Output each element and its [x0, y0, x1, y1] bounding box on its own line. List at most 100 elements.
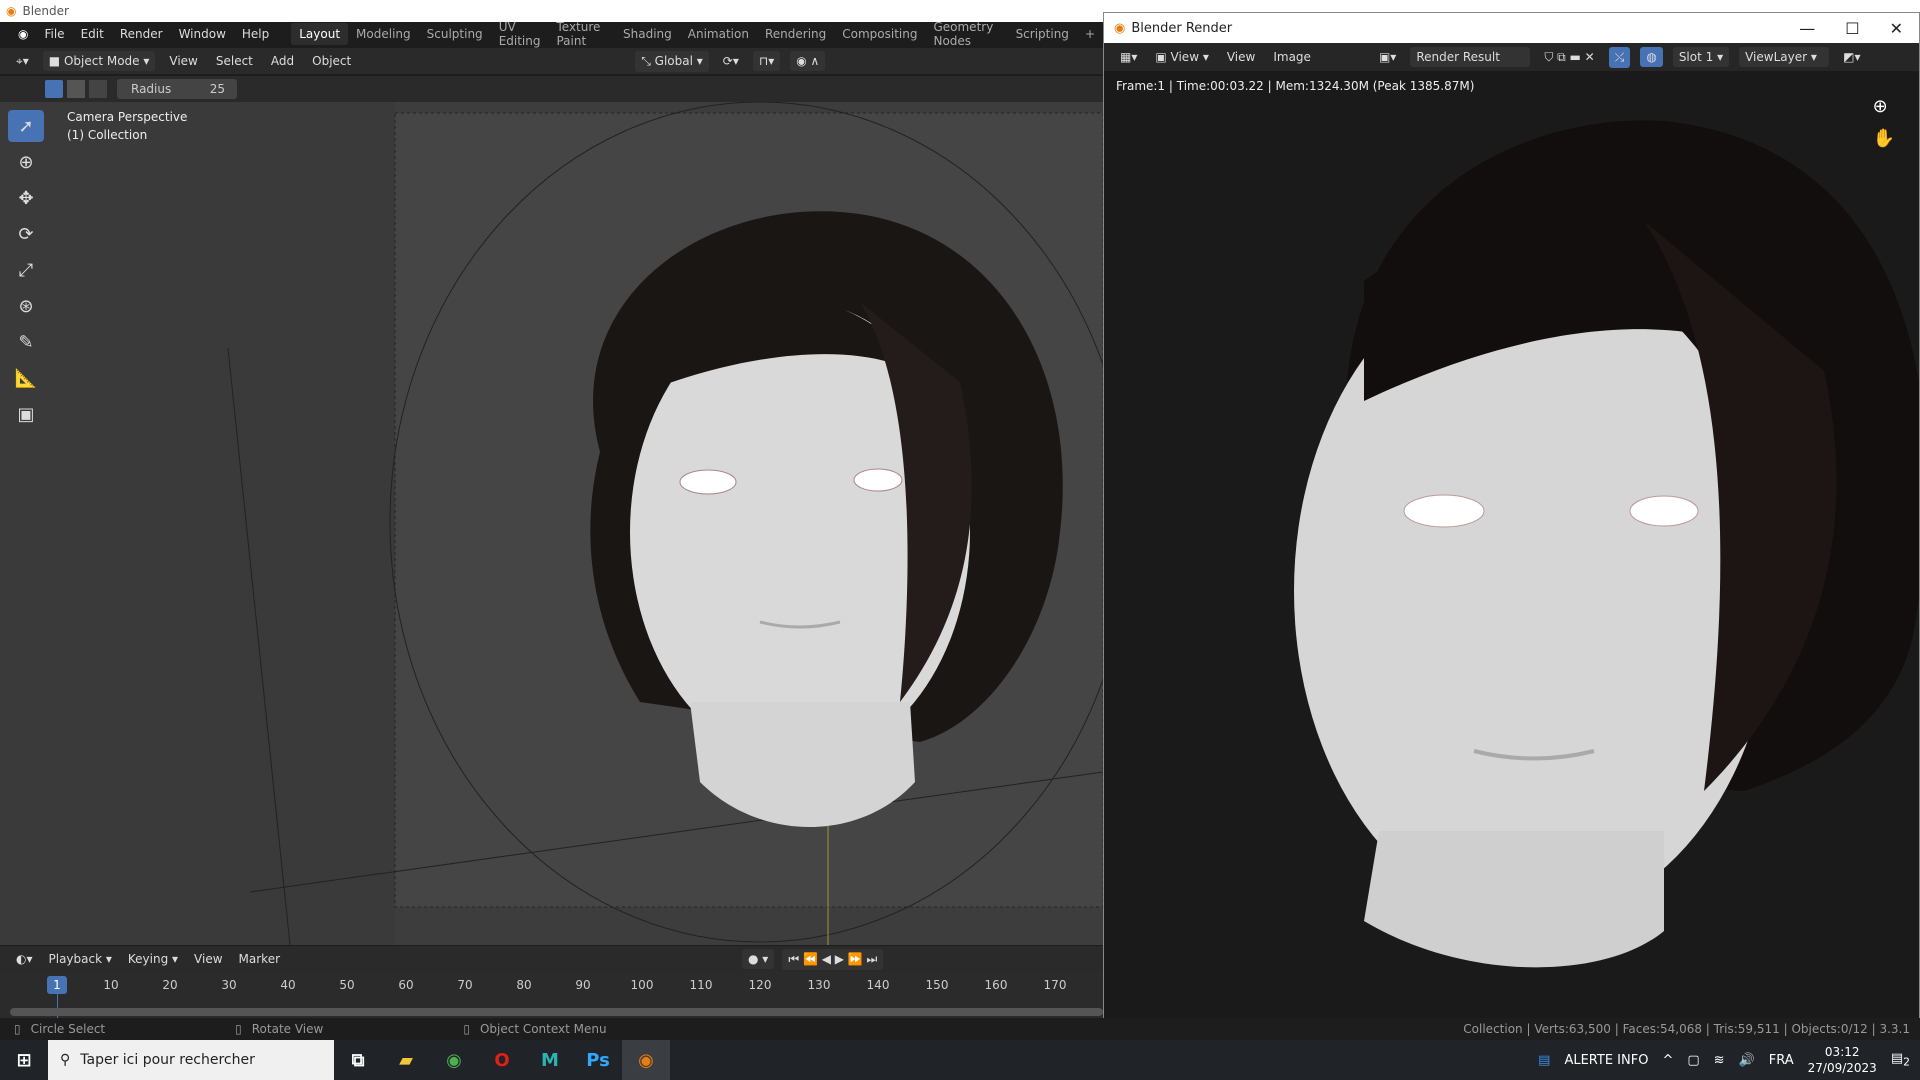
auto-key-icon[interactable]: ● ▾: [742, 949, 775, 969]
slot-dropdown[interactable]: Slot 1 ▾: [1672, 47, 1730, 67]
select-mode-new-icon[interactable]: [45, 80, 63, 98]
render-window: ◉ Blender Render — ☐ ✕ ▦▾ ▣ View ▾ View Im…: [1103, 12, 1920, 1022]
menu-edit[interactable]: Edit: [73, 27, 112, 41]
pan-hand-icon[interactable]: ✋: [1873, 123, 1895, 155]
camera-icon[interactable]: ▢: [1687, 1053, 1699, 1068]
image-editor-type-icon[interactable]: ▦▾: [1116, 50, 1141, 64]
timeline-scrollbar[interactable]: [10, 1008, 1103, 1016]
file-explorer-icon[interactable]: ▰: [382, 1040, 430, 1080]
menu-keying[interactable]: Keying ▾: [124, 952, 182, 966]
render-result-image[interactable]: [1104, 71, 1919, 1021]
snap-icon[interactable]: ⊓▾: [752, 51, 781, 71]
tab-modeling[interactable]: Modeling: [348, 27, 419, 41]
frame-label: 110: [689, 978, 713, 992]
overlay-icon[interactable]: ◍: [1640, 47, 1663, 67]
tab-shading[interactable]: Shading: [615, 27, 680, 41]
language-indicator[interactable]: FRA: [1769, 1053, 1794, 1068]
menu-object[interactable]: Object: [308, 54, 355, 68]
move-tool-icon[interactable]: ✥: [8, 182, 44, 214]
timeline-editor-icon[interactable]: ◐▾: [12, 952, 37, 966]
menu-marker[interactable]: Marker: [235, 952, 284, 966]
taskbar-search[interactable]: ⚲ Taper ici pour rechercher: [48, 1040, 334, 1080]
windows-taskbar: ⊞ ⚲ Taper ici pour rechercher ⧉ ▰ ◉ O M …: [0, 1040, 1920, 1080]
tab-sculpting[interactable]: Sculpting: [419, 27, 491, 41]
zoom-icon[interactable]: ⊕: [1873, 91, 1895, 123]
tab-texture-paint[interactable]: Texture Paint: [548, 20, 615, 48]
blender-taskbar-icon[interactable]: ◉: [622, 1040, 670, 1080]
menu-timeline-view[interactable]: View: [190, 952, 226, 966]
image-name-field[interactable]: Render Result: [1410, 47, 1531, 67]
tray-chevron-icon[interactable]: ^: [1662, 1053, 1673, 1068]
playback-controls[interactable]: ⏮ ⏪ ◀ ▶ ⏩ ⏭: [782, 948, 884, 970]
select-mode-subtract-icon[interactable]: [89, 80, 107, 98]
display-channels-icon[interactable]: ◩▾: [1839, 50, 1864, 64]
tab-layout[interactable]: Layout: [291, 23, 349, 45]
status-middle: Rotate View: [251, 1022, 324, 1036]
radius-field[interactable]: Radius 25: [117, 79, 237, 99]
cursor-tool-icon[interactable]: ⊕: [8, 146, 44, 178]
volume-icon[interactable]: 🔊: [1739, 1053, 1755, 1068]
add-workspace-button[interactable]: +: [1077, 27, 1103, 41]
viewport-scene: [0, 102, 1103, 945]
scale-tool-icon[interactable]: ⤢: [8, 254, 44, 286]
tab-uv-editing[interactable]: UV Editing: [491, 20, 549, 48]
view-layer-dropdown[interactable]: ViewLayer ▾: [1739, 47, 1830, 67]
tab-rendering[interactable]: Rendering: [757, 27, 834, 41]
mouse-middle-icon: ▯: [235, 1022, 242, 1036]
menu-playback[interactable]: Playback ▾: [45, 952, 116, 966]
rotate-tool-icon[interactable]: ⟳: [8, 218, 44, 250]
chrome-icon[interactable]: ◉: [430, 1040, 478, 1080]
minimize-button[interactable]: —: [1799, 19, 1815, 38]
editor-type-icon[interactable]: ⌖▾: [12, 54, 33, 69]
photoshop-icon[interactable]: Ps: [574, 1040, 622, 1080]
maximize-button[interactable]: ☐: [1845, 19, 1859, 38]
opera-icon[interactable]: O: [478, 1040, 526, 1080]
menu-image[interactable]: Image: [1269, 50, 1315, 64]
add-cube-tool-icon[interactable]: ▣: [8, 398, 44, 430]
frame-label: 60: [398, 978, 414, 992]
close-button[interactable]: ✕: [1890, 19, 1903, 38]
menu-window[interactable]: Window: [171, 27, 234, 41]
view-mode-dropdown[interactable]: ▣ View ▾: [1151, 50, 1212, 64]
select-mode-extend-icon[interactable]: [67, 80, 85, 98]
image-actions[interactable]: ⛉ ⧉ ▬ ✕: [1540, 50, 1598, 65]
tab-compositing[interactable]: Compositing: [834, 27, 925, 41]
menu-render[interactable]: Render: [112, 27, 171, 41]
maya-icon[interactable]: M: [526, 1040, 574, 1080]
menu-render-view[interactable]: View: [1223, 50, 1259, 64]
menu-add[interactable]: Add: [267, 54, 298, 68]
tab-animation[interactable]: Animation: [680, 27, 757, 41]
search-placeholder: Taper ici pour rechercher: [80, 1052, 255, 1068]
menu-help[interactable]: Help: [234, 27, 277, 41]
orientation-label: Global: [654, 53, 693, 68]
measure-tool-icon[interactable]: 📐: [8, 362, 44, 394]
news-icon[interactable]: ▤: [1538, 1053, 1550, 1068]
annotate-tool-icon[interactable]: ✎: [8, 326, 44, 358]
menu-file[interactable]: File: [36, 27, 72, 41]
mode-dropdown[interactable]: ■ Object Mode ▾: [42, 51, 156, 71]
mouse-left-icon: ▯: [14, 1022, 21, 1036]
proportional-edit-icon[interactable]: ◉ ∧: [790, 51, 826, 71]
transform-tool-icon[interactable]: ⊛: [8, 290, 44, 322]
image-browse-icon[interactable]: ▣▾: [1375, 50, 1400, 64]
select-tool-icon[interactable]: ➚: [8, 110, 44, 142]
frame-label: 20: [162, 978, 178, 992]
timeline-ruler[interactable]: 1 10 20 30 40 50 60 70 80 90 100 110 120 130 140 150 16…: [0, 972, 1103, 1018]
notifications-icon[interactable]: ▤2: [1891, 1051, 1910, 1069]
start-button-icon[interactable]: ⊞: [0, 1040, 48, 1080]
menu-view[interactable]: View: [165, 54, 201, 68]
menu-select[interactable]: Select: [212, 54, 257, 68]
news-label[interactable]: ALERTE INFO: [1564, 1053, 1648, 1068]
task-view-icon[interactable]: ⧉: [334, 1040, 382, 1080]
gizmo-icon[interactable]: ⤯: [1608, 46, 1631, 68]
tab-geometry-nodes[interactable]: Geometry Nodes: [925, 20, 1007, 48]
blender-menu-icon[interactable]: ◉: [10, 27, 36, 41]
pivot-icon[interactable]: ⟳▾: [719, 54, 743, 68]
orientation-dropdown[interactable]: ⤡ Global ▾: [635, 50, 709, 72]
tab-scripting[interactable]: Scripting: [1008, 27, 1077, 41]
frame-label: 40: [280, 978, 296, 992]
clock[interactable]: 03:12 27/09/2023: [1808, 1044, 1877, 1076]
wifi-icon[interactable]: ≋: [1714, 1053, 1725, 1068]
current-frame-indicator[interactable]: 1: [47, 976, 67, 994]
3d-viewport[interactable]: Camera Perspective (1) Collection: [0, 102, 1103, 945]
